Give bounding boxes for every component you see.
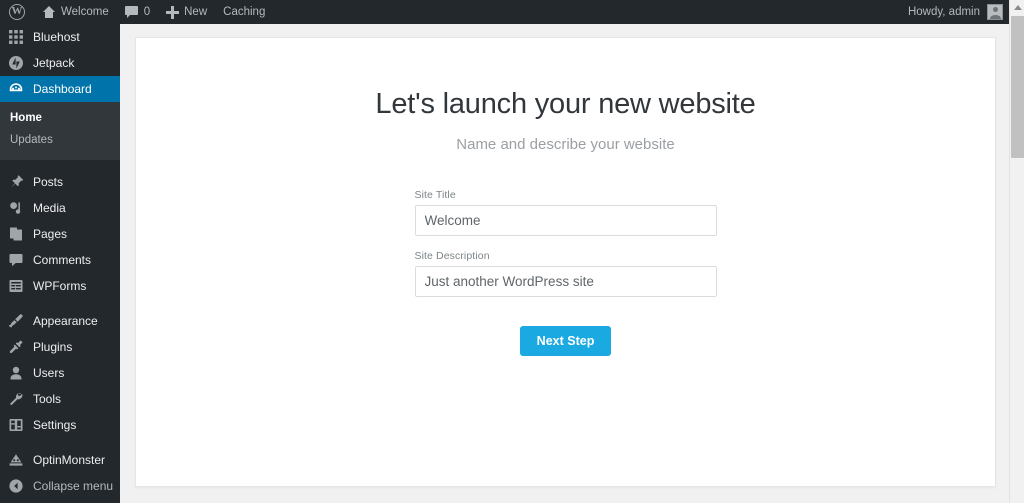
page-scrollbar[interactable] — [1009, 0, 1024, 503]
caching-menu[interactable]: Caching — [215, 0, 273, 24]
admin-bar: W Welcome 0 New Caching Howdy, admin — [0, 0, 1009, 24]
sidebar-item-label: Pages — [33, 227, 68, 241]
admin-sidebar-menu: Bluehost Jetpack Dashboard Home Updates … — [0, 24, 127, 503]
wrench-icon — [8, 391, 24, 407]
settings-sliders-icon — [8, 417, 24, 433]
sidebar-item-pages[interactable]: Pages — [0, 221, 120, 247]
sidebar-item-appearance[interactable]: Appearance — [0, 308, 120, 334]
site-title-input[interactable] — [414, 204, 717, 236]
collapse-arrow-icon — [8, 478, 24, 494]
pin-icon — [8, 174, 24, 190]
sidebar-item-bluehost[interactable]: Bluehost — [0, 24, 120, 50]
wordpress-logo-icon: W — [9, 4, 25, 20]
sidebar-item-label: Media — [33, 201, 66, 215]
main-content-area: Let's launch your new website Name and d… — [120, 24, 1009, 503]
grid-icon — [8, 29, 24, 45]
comments-menu[interactable]: 0 — [117, 0, 158, 24]
plus-icon — [166, 5, 180, 19]
sidebar-item-label: Comments — [33, 253, 92, 267]
home-icon — [42, 5, 56, 19]
wizard-actions: Next Step — [415, 325, 717, 356]
sidebar-item-media[interactable]: Media — [0, 195, 120, 221]
form-icon — [8, 278, 24, 294]
scrollbar-thumb[interactable] — [1011, 16, 1024, 158]
jetpack-icon — [8, 55, 24, 71]
site-title-label: Site Title — [414, 188, 456, 201]
sidebar-item-label: Users — [33, 366, 65, 380]
sidebar-item-plugins[interactable]: Plugins — [0, 334, 120, 360]
sidebar-item-posts[interactable]: Posts — [0, 169, 120, 195]
caching-label: Caching — [223, 6, 266, 18]
sidebar-item-label: Tools — [33, 392, 62, 406]
site-title-field-group: Site Title — [414, 188, 717, 236]
site-details-form: Site Title Site Description Next Step — [414, 188, 717, 356]
new-content-menu[interactable]: New — [158, 0, 215, 24]
wordpress-logo-menu[interactable]: W — [0, 0, 34, 24]
media-icon — [8, 200, 24, 216]
sidebar-item-users[interactable]: Users — [0, 360, 120, 386]
sidebar-item-label: Dashboard — [33, 82, 92, 96]
sidebar-item-updates[interactable]: Updates — [0, 130, 120, 152]
site-name-label: Welcome — [61, 6, 109, 18]
comment-bubble-icon — [8, 252, 24, 268]
page-title: Let's launch your new website — [375, 88, 756, 120]
sidebar-item-label: OptinMonster — [33, 453, 106, 467]
dashboard-gauge-icon — [8, 81, 24, 97]
howdy-label: Howdy, admin — [907, 6, 980, 18]
sidebar-item-settings[interactable]: Settings — [0, 412, 120, 438]
sidebar-item-comments[interactable]: Comments — [0, 247, 120, 273]
site-description-label: Site Description — [414, 249, 490, 262]
sidebar-item-label: Appearance — [33, 314, 98, 328]
sidebar-item-dashboard[interactable]: Dashboard — [0, 76, 127, 102]
sidebar-item-label: Plugins — [33, 340, 73, 354]
plug-icon — [8, 339, 24, 355]
site-description-field-group: Site Description — [414, 249, 717, 297]
paintbrush-icon — [8, 313, 24, 329]
sidebar-item-label: Jetpack — [33, 56, 75, 70]
sidebar-item-label: WPForms — [33, 279, 87, 293]
scroll-up-arrow-icon[interactable] — [1010, 0, 1024, 15]
avatar-icon — [987, 4, 1003, 20]
sidebar-item-label: Settings — [33, 418, 77, 432]
sidebar-item-optinmonster[interactable]: OptinMonster — [0, 447, 120, 473]
menu-separator — [0, 299, 120, 308]
sidebar-item-wpforms[interactable]: WPForms — [0, 273, 120, 299]
collapse-menu-button[interactable]: Collapse menu — [0, 473, 120, 499]
sidebar-item-label: Posts — [33, 175, 64, 189]
sidebar-item-jetpack[interactable]: Jetpack — [0, 50, 120, 76]
sidebar-item-home[interactable]: Home — [0, 108, 120, 130]
comment-bubble-icon — [124, 6, 139, 18]
sidebar-item-tools[interactable]: Tools — [0, 386, 120, 412]
optinmonster-icon — [8, 452, 24, 468]
wordpress-admin-screen: W Welcome 0 New Caching Howdy, admin Blu… — [0, 0, 1024, 503]
comments-count: 0 — [143, 6, 151, 18]
sidebar-item-label: Bluehost — [33, 30, 80, 44]
new-label: New — [184, 6, 208, 18]
menu-separator — [0, 438, 120, 447]
next-step-button[interactable]: Next Step — [519, 325, 612, 356]
menu-separator — [0, 160, 120, 169]
user-icon — [8, 365, 24, 381]
setup-wizard: Let's launch your new website Name and d… — [136, 38, 995, 356]
pages-icon — [8, 226, 24, 242]
page-subtitle: Name and describe your website — [456, 135, 675, 153]
setup-wizard-card: Let's launch your new website Name and d… — [135, 37, 996, 487]
dashboard-submenu: Home Updates — [0, 102, 120, 160]
site-description-input[interactable] — [414, 265, 717, 297]
collapse-menu-label: Collapse menu — [33, 479, 114, 493]
my-account-menu[interactable]: Howdy, admin — [908, 0, 1009, 24]
site-name-menu[interactable]: Welcome — [34, 0, 117, 24]
